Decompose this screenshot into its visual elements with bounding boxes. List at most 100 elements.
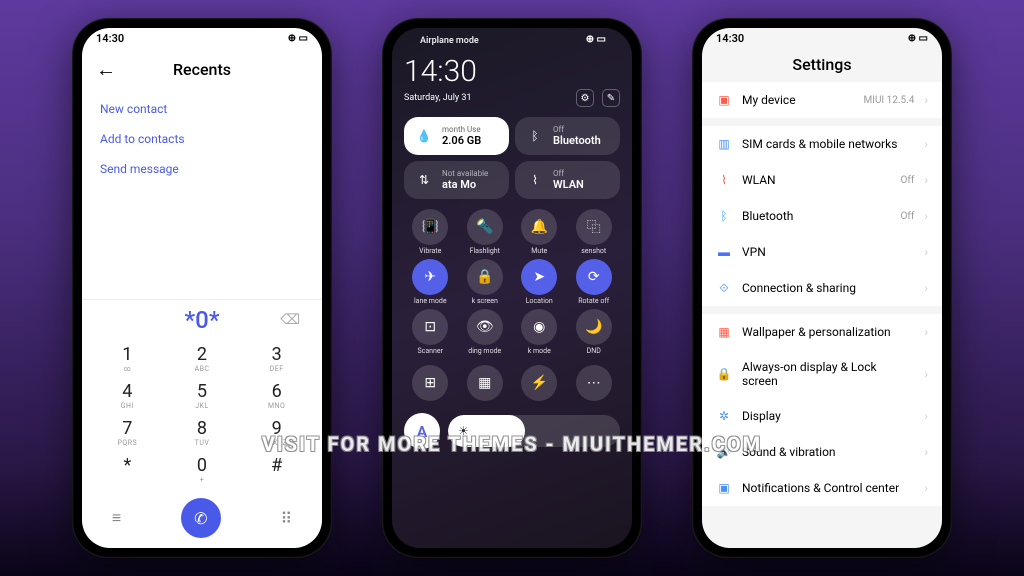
toggle-extra[interactable]: ⚡ (513, 365, 566, 403)
phone-mockup-3: 14:30 ⊕ ▭ Settings ▣My deviceMIUI 12.5.4… (692, 18, 952, 558)
status-time: 14:30 (716, 32, 744, 45)
auto-brightness-button[interactable]: A (404, 413, 440, 449)
cc-date: Saturday, July 31 (404, 93, 472, 103)
settings-label: Sound & vibration (742, 445, 904, 459)
display-icon: ✲ (716, 408, 732, 424)
toggle-dnd[interactable]: 🌙DND (568, 309, 621, 355)
action-link[interactable]: Add to contacts (100, 124, 304, 154)
key-number: 3 (239, 344, 314, 365)
status-bar: Airplane mode ⊕ ▭ (404, 28, 620, 50)
tile-2-06-gb[interactable]: 💧month Use2.06 GB (404, 117, 509, 155)
toggle-scanner[interactable]: ⊡Scanner (404, 309, 457, 355)
key-2[interactable]: 2ABC (165, 340, 240, 377)
settings-value: MIUI 12.5.4 (864, 95, 915, 106)
tile-subtext: Off (553, 125, 601, 134)
tile-bluetooth[interactable]: ᛒOffBluetooth (515, 117, 620, 155)
toggle-extra[interactable]: ▦ (459, 365, 512, 403)
settings-row-bluetooth[interactable]: ᛒBluetoothOff› (702, 198, 942, 234)
toggle-lane-mode[interactable]: ✈ lane mode (404, 259, 457, 305)
tile-ata-mo[interactable]: ⇅Not availableata Mo (404, 161, 509, 199)
key-letters: + (165, 476, 240, 484)
dial-display: *0* ⌫ (82, 299, 322, 340)
tile-wlan[interactable]: ⌇OffWLAN (515, 161, 620, 199)
settings-row-always-on-display-lock-screen[interactable]: 🔒Always-on display & Lock screen› (702, 350, 942, 398)
settings-icon[interactable]: ⚙ (576, 89, 594, 107)
key-9[interactable]: 9WXYZ (239, 414, 314, 451)
key-6[interactable]: 6MNO (239, 377, 314, 414)
key-number: 1 (90, 344, 165, 365)
key-1[interactable]: 1∞ (90, 340, 165, 377)
key-letters: MNO (239, 402, 314, 410)
action-link[interactable]: Send message (100, 154, 304, 184)
airplane-icon: ✈ (412, 259, 448, 295)
toggle-label: Flashlight (470, 247, 500, 255)
toggle-extra[interactable]: ⊞ (404, 365, 457, 403)
dark-mode-icon: ◉ (521, 309, 557, 345)
toggle-extra[interactable]: ⋯ (568, 365, 621, 403)
key-letters: WXYZ (239, 439, 314, 447)
page-title: Recents (96, 60, 308, 79)
settings-row-wlan[interactable]: ⌇WLANOff› (702, 162, 942, 198)
toggle-location[interactable]: ➤Location (513, 259, 566, 305)
connection-icon: ⟐ (716, 280, 732, 296)
dialpad-icon[interactable]: ⠿ (280, 509, 292, 528)
settings-label: Always-on display & Lock screen (742, 360, 904, 388)
settings-row-wallpaper-personalization[interactable]: ▦Wallpaper & personalization› (702, 314, 942, 350)
notifications-icon: ▣ (716, 480, 732, 496)
chevron-right-icon: › (924, 173, 928, 187)
toggle-flashlight[interactable]: 🔦Flashlight (459, 209, 512, 255)
battery-icon: ⊕ ▭ (586, 34, 606, 45)
toggle-k-screen[interactable]: 🔒k screen (459, 259, 512, 305)
settings-row-sound-vibration[interactable]: 🔊Sound & vibration› (702, 434, 942, 470)
toggle-vibrate[interactable]: 📳Vibrate (404, 209, 457, 255)
key-5[interactable]: 5JKL (165, 377, 240, 414)
settings-row-sim-cards-mobile-networks[interactable]: ▥SIM cards & mobile networks› (702, 126, 942, 162)
moon-icon: 🌙 (576, 309, 612, 345)
toggle-ding-mode[interactable]: 👁ding mode (459, 309, 512, 355)
backspace-icon[interactable]: ⌫ (280, 312, 300, 328)
key-8[interactable]: 8TUV (165, 414, 240, 451)
key-*[interactable]: * (90, 451, 165, 488)
key-7[interactable]: 7PQRS (90, 414, 165, 451)
settings-group: ▦Wallpaper & personalization›🔒Always-on … (702, 314, 942, 506)
settings-row-my-device[interactable]: ▣My deviceMIUI 12.5.4› (702, 82, 942, 118)
toggle-label: lane mode (414, 297, 447, 305)
settings-list: ▣ My device MIUI 12.5.4 › ▥SIM cards & mobil… (702, 82, 942, 548)
settings-row-notifications-control-center[interactable]: ▣Notifications & Control center› (702, 470, 942, 506)
phone-mockup-2: Airplane mode ⊕ ▭ 14:30 Saturday, July 3… (382, 18, 642, 558)
toggle-rotate-off[interactable]: ⟳Rotate off (568, 259, 621, 305)
key-3[interactable]: 3DEF (239, 340, 314, 377)
toggle-mute[interactable]: 🔔Mute (513, 209, 566, 255)
key-#[interactable]: # (239, 451, 314, 488)
key-0[interactable]: 0+ (165, 451, 240, 488)
call-button[interactable]: ✆ (181, 498, 221, 538)
toggle-label: ding mode (468, 347, 501, 355)
settings-row-vpn[interactable]: ▬VPN› (702, 234, 942, 270)
settings-value: Off (901, 175, 915, 186)
tile-subtext: month Use (442, 125, 481, 134)
sun-icon: ☀ (458, 424, 469, 438)
toggle-label: Vibrate (419, 247, 441, 255)
tile-title: WLAN (553, 178, 584, 191)
edit-icon[interactable]: ✎ (602, 89, 620, 107)
settings-group: ▣My deviceMIUI 12.5.4› (702, 82, 942, 118)
status-bar: 14:30 ⊕ ▭ (702, 28, 942, 49)
action-links: New contactAdd to contactsSend message (82, 90, 322, 188)
key-letters: ABC (165, 365, 240, 373)
toggle-label: k mode (528, 347, 551, 355)
toggle-label: senshot (581, 247, 606, 255)
settings-row-display[interactable]: ✲Display› (702, 398, 942, 434)
settings-label: Wallpaper & personalization (742, 325, 904, 339)
tiles-grid: 💧month Use2.06 GBᛒOffBluetooth⇅Not avail… (404, 117, 620, 199)
bluetooth-icon: ᛒ (525, 126, 545, 146)
settings-label: My device (742, 93, 854, 107)
action-link[interactable]: New contact (100, 94, 304, 124)
menu-icon[interactable]: ≡ (112, 508, 121, 528)
chevron-right-icon: › (924, 409, 928, 423)
brightness-slider[interactable]: ☀ (448, 415, 620, 447)
toggle-k-mode[interactable]: ◉ k mode (513, 309, 566, 355)
key-4[interactable]: 4GHI (90, 377, 165, 414)
toggle-senshot[interactable]: ⿻senshot (568, 209, 621, 255)
settings-row-connection-sharing[interactable]: ⟐Connection & sharing› (702, 270, 942, 306)
settings-label: Notifications & Control center (742, 481, 904, 495)
